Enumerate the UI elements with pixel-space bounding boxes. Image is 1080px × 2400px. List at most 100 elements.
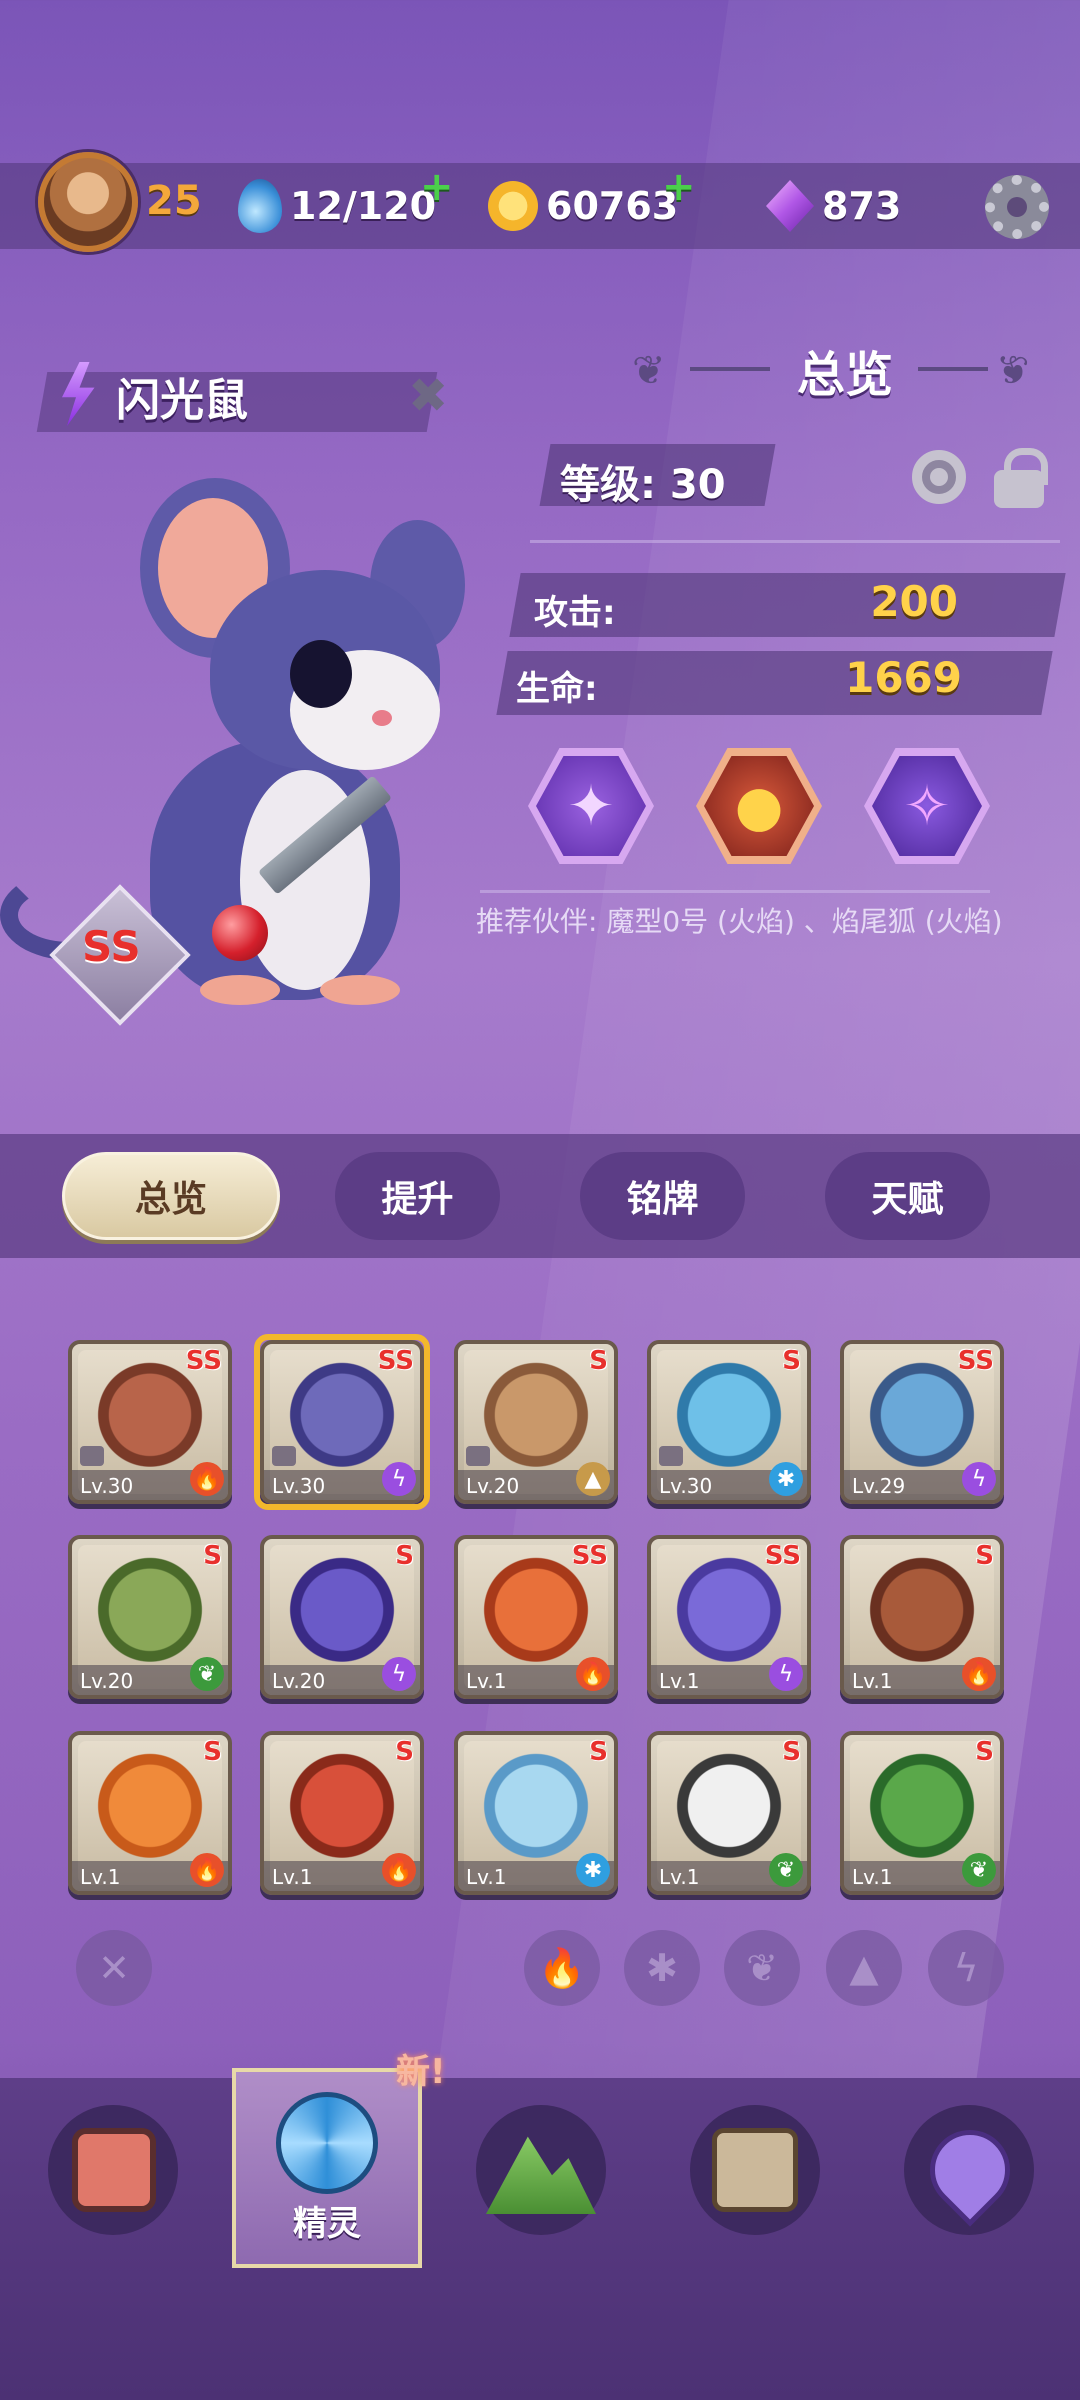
pet-card[interactable]: S Lv.20 ▲ [454, 1340, 618, 1504]
pet-eye [290, 640, 352, 708]
fire-element-icon: 🔥 [190, 1462, 224, 1496]
pet-card[interactable]: S Lv.20 ❦ [68, 1535, 232, 1699]
pet-rarity: S [395, 1541, 414, 1571]
slash-icon: ✧ [903, 773, 951, 839]
attack-label: 攻击: [534, 593, 616, 633]
tab-upgrade[interactable]: 提升 [335, 1152, 500, 1240]
filter-ice-icon[interactable]: ✱ [624, 1930, 700, 2006]
shuriken-icon: ✦ [567, 773, 615, 839]
new-badge: 新! [396, 2052, 446, 2092]
pet-card[interactable]: S Lv.1 ✱ [454, 1731, 618, 1895]
pet-foot-right [320, 975, 400, 1005]
pet-card[interactable]: S Lv.1 🔥 [260, 1731, 424, 1895]
hp-value: 1669 [845, 653, 962, 702]
shop-machine-icon [72, 2128, 156, 2212]
pet-foot-left [200, 975, 280, 1005]
ice-element-icon: ✱ [576, 1853, 610, 1887]
clear-filter-x-icon[interactable]: ✕ [76, 1930, 152, 2006]
attack-value: 200 [870, 577, 958, 626]
coin-icon [488, 181, 538, 231]
pet-card[interactable]: S Lv.1 ❦ [647, 1731, 811, 1895]
water-drop-icon [238, 179, 282, 233]
pet-rarity: S [782, 1346, 801, 1376]
spirit-swirl-icon [276, 2092, 378, 2194]
lock-icon[interactable] [994, 448, 1048, 508]
pet-card[interactable]: S Lv.1 🔥 [68, 1731, 232, 1895]
pet-rarity: S [203, 1737, 222, 1767]
filter-lightning-icon[interactable]: ϟ [928, 1930, 1004, 2006]
chest-icon [712, 2128, 798, 2212]
pet-level-label: 等级: 30 [560, 462, 726, 508]
filter-nature-icon[interactable]: ❦ [724, 1930, 800, 2006]
pet-level: Lv.1 [80, 1865, 121, 1889]
nature-element-icon: ❦ [190, 1657, 224, 1691]
pet-level: Lv.29 [852, 1474, 906, 1498]
pet-card[interactable]: SS Lv.1 🔥 [454, 1535, 618, 1699]
gem-counter: 873 [766, 168, 901, 244]
rarity-badge-text: SS [82, 922, 141, 971]
pet-card[interactable]: S Lv.1 ❦ [840, 1731, 1004, 1895]
add-coins-plus-icon[interactable]: + [662, 164, 696, 210]
player-avatar[interactable] [38, 152, 138, 252]
pet-rarity: S [589, 1346, 608, 1376]
pet-apple [212, 905, 268, 961]
add-energy-plus-icon[interactable]: + [420, 164, 454, 210]
skill-2-button[interactable]: ● [696, 748, 822, 864]
pet-rarity: S [589, 1737, 608, 1767]
tab-talent[interactable]: 天赋 [825, 1152, 990, 1240]
hp-label: 生命: [516, 669, 598, 709]
pet-name: 闪光鼠 [116, 375, 248, 426]
player-level: 25 [146, 178, 202, 224]
pet-level: Lv.1 [466, 1669, 507, 1693]
pet-card[interactable]: S Lv.1 🔥 [840, 1535, 1004, 1699]
fire-element-icon: 🔥 [962, 1657, 996, 1691]
lightning-element-icon: ϟ [382, 1657, 416, 1691]
skill-3-button[interactable]: ✧ [864, 748, 990, 864]
gem-icon [766, 180, 814, 232]
fire-element-icon: 🔥 [576, 1657, 610, 1691]
pet-card[interactable]: SS Lv.30 🔥 [68, 1340, 232, 1504]
pet-level: Lv.20 [80, 1669, 134, 1693]
ice-element-icon: ✱ [769, 1462, 803, 1496]
pet-level: Lv.1 [852, 1669, 893, 1693]
filter-earth-icon[interactable]: ▲ [826, 1930, 902, 2006]
ornament-left-icon: ❦ [632, 348, 666, 394]
pet-rarity: SS [571, 1541, 608, 1571]
pet-rarity: S [975, 1541, 994, 1571]
pet-card[interactable]: S Lv.20 ϟ [260, 1535, 424, 1699]
energy-counter: 12/120 [238, 168, 436, 244]
tab-overview[interactable]: 总览 [62, 1152, 280, 1240]
close-x-icon[interactable]: ✖ [408, 368, 448, 424]
target-ring-icon[interactable] [912, 450, 966, 504]
divider-2 [480, 890, 990, 893]
nav-spirit-label: 精灵 [293, 2204, 361, 2244]
fireball-icon: ● [734, 773, 784, 839]
skill-1-button[interactable]: ✦ [528, 748, 654, 864]
tab-nameplate[interactable]: 铭牌 [580, 1152, 745, 1240]
pet-level: Lv.1 [272, 1865, 313, 1889]
pet-rarity: S [782, 1737, 801, 1767]
pet-card[interactable]: S Lv.30 ✱ [647, 1340, 811, 1504]
pet-card[interactable]: SS Lv.29 ϟ [840, 1340, 1004, 1504]
coin-counter: 60763 [488, 168, 678, 244]
lightning-element-icon: ϟ [769, 1657, 803, 1691]
pet-rarity: S [975, 1737, 994, 1767]
pet-rarity: S [203, 1541, 222, 1571]
settings-gear-icon[interactable] [985, 175, 1049, 239]
lock-icon [80, 1446, 104, 1466]
pet-level: Lv.1 [659, 1669, 700, 1693]
earth-element-icon: ▲ [576, 1462, 610, 1496]
filter-fire-icon[interactable]: 🔥 [524, 1930, 600, 2006]
pet-level: Lv.20 [272, 1669, 326, 1693]
recommended-partners: 推荐伙伴: 魔型0号 (火焰) 、焰尾狐 (火焰) [476, 905, 1003, 938]
pet-level: Lv.1 [659, 1865, 700, 1889]
pet-rarity: SS [764, 1541, 801, 1571]
pet-level: Lv.1 [466, 1865, 507, 1889]
pet-card[interactable]: SS Lv.1 ϟ [647, 1535, 811, 1699]
pet-rarity: S [395, 1737, 414, 1767]
fire-element-icon: 🔥 [382, 1853, 416, 1887]
selected-frame [254, 1334, 430, 1510]
pet-level: Lv.20 [466, 1474, 520, 1498]
lightning-element-icon: ϟ [962, 1462, 996, 1496]
coin-value: 60763 [546, 184, 679, 228]
